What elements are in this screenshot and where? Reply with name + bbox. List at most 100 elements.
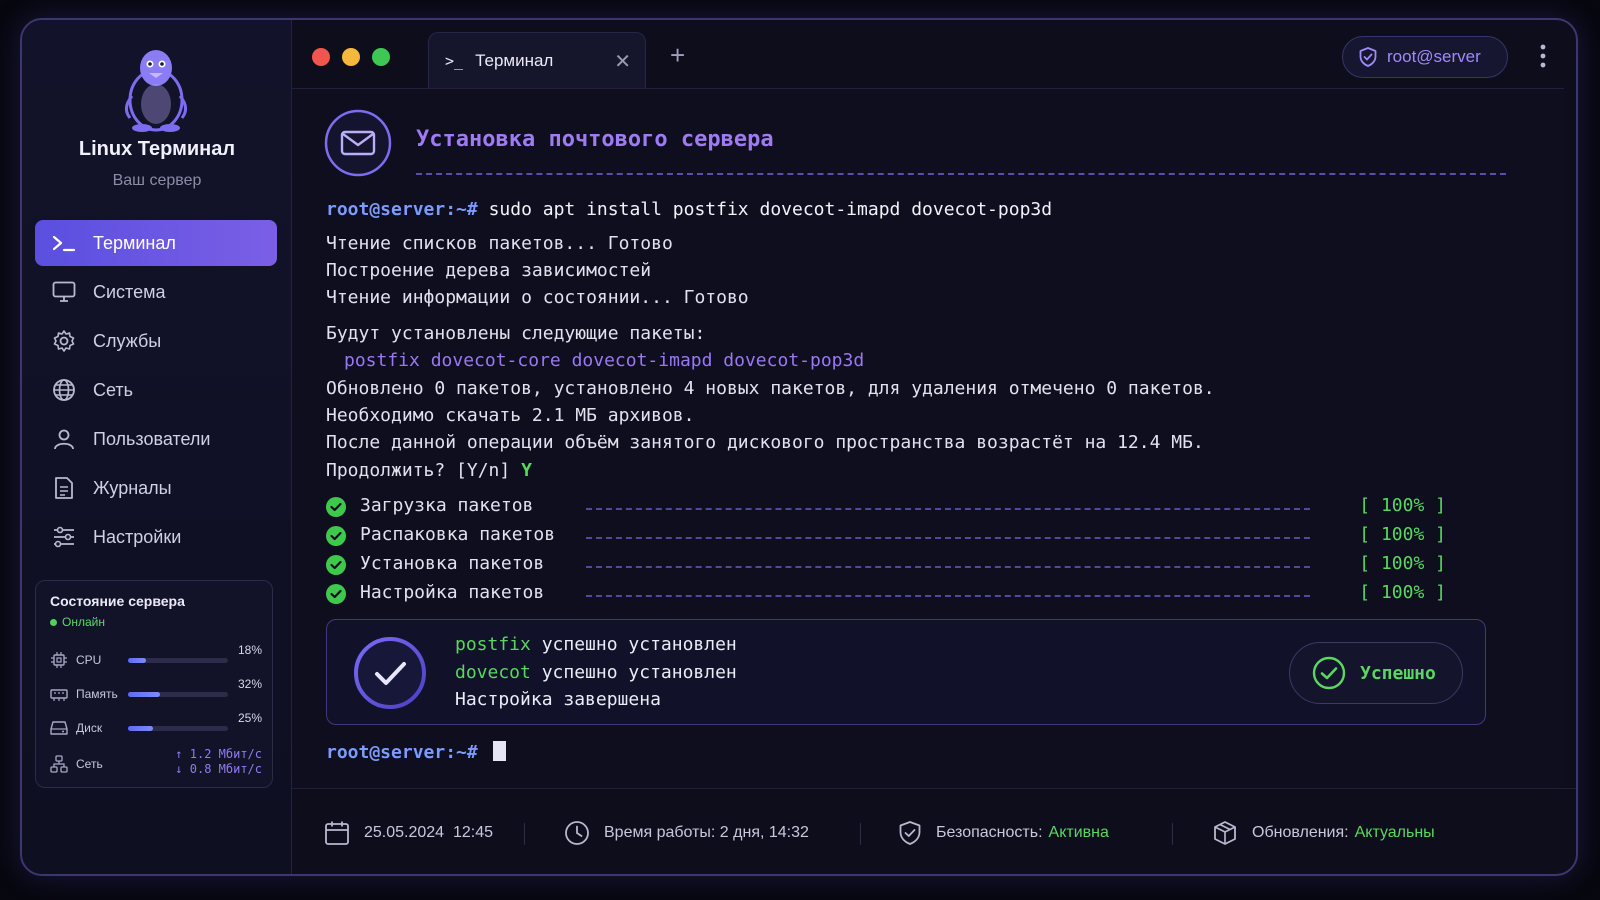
cpu-bar	[128, 658, 228, 663]
status-badge: Онлайн	[50, 615, 105, 629]
progress-dash	[586, 595, 1310, 597]
divider	[1172, 823, 1173, 845]
metric-value: 18%	[237, 643, 262, 657]
app-subtitle: Ваш сервер	[112, 172, 202, 189]
download-rate: ↓ 0.8 Мбит/с	[175, 762, 262, 776]
tab-bar: >_ Терминал ✕ + root@server	[292, 20, 1576, 88]
server-status-card: Состояние сервера Онлайн CPU 18% Память …	[35, 580, 273, 788]
sidebar-item-settings[interactable]: Настройки	[35, 514, 277, 560]
status-bar: 25.05.2024 12:45 Время работы: 2 дня, 14…	[292, 788, 1576, 874]
result-text: успешно установлен	[541, 662, 737, 683]
sidebar-item-label: Сеть	[93, 379, 134, 400]
close-tab-icon[interactable]: ✕	[614, 49, 631, 74]
sidebar-item-label: Система	[93, 281, 166, 302]
shield-icon	[1359, 47, 1377, 67]
success-label: Успешно	[1360, 662, 1436, 684]
gear-icon	[51, 328, 77, 354]
uptime: Время работы: 2 дня, 14:32	[564, 819, 809, 847]
metric-label: CPU	[76, 653, 102, 667]
confirm-answer: Y	[521, 460, 532, 481]
user-label: root@server	[1387, 47, 1481, 66]
sidebar-item-services[interactable]: Службы	[35, 318, 277, 364]
prompt: root@server:~#	[326, 742, 478, 763]
terminal-icon	[51, 230, 77, 256]
command-line: root@server:~# sudo apt install postfix …	[326, 199, 1052, 220]
app-title: Linux Терминал	[78, 138, 236, 160]
sidebar-item-label: Пользователи	[93, 428, 211, 449]
check-circle-icon	[326, 584, 346, 604]
text-cursor	[492, 741, 506, 761]
result-line: postfix успешно установлен	[455, 634, 737, 655]
result-line: dovecot успешно установлен	[455, 662, 737, 683]
sidebar-item-system[interactable]: Система	[35, 269, 277, 315]
updates-status: Обновления: Актуальны	[1212, 819, 1435, 847]
network-rates: ↑ 1.2 Мбит/с ↓ 0.8 Мбит/с	[175, 747, 262, 777]
sidebar-item-logs[interactable]: Журналы	[35, 465, 277, 511]
progress-row: Распаковка пакетов [ 100% ]	[326, 524, 1446, 550]
network-icon	[50, 755, 68, 773]
install-result-box: postfix успешно установлен dovecot успеш…	[326, 619, 1486, 725]
confirm-question: Продолжить? [Y/n]	[326, 460, 511, 481]
result-package: postfix	[455, 634, 531, 655]
sidebar-item-label: Настройки	[93, 526, 182, 547]
progress-value: [ 100% ]	[1359, 524, 1446, 545]
document-icon	[51, 475, 77, 501]
metric-network: Сеть ↑ 1.2 Мбит/с ↓ 0.8 Мбит/с	[50, 747, 262, 776]
package-list: postfix dovecot-core dovecot-imapd dovec…	[344, 350, 865, 371]
minimize-window-button[interactable]	[342, 48, 360, 66]
upload-rate: ↑ 1.2 Мбит/с	[175, 747, 262, 761]
check-circle-icon	[326, 497, 346, 517]
new-tab-button[interactable]: +	[670, 40, 685, 71]
sidebar-item-label: Терминал	[93, 232, 176, 253]
security-value: Активна	[1048, 824, 1109, 841]
prompt: root@server:~#	[326, 199, 478, 220]
success-button[interactable]: Успешно	[1289, 642, 1463, 704]
progress-value: [ 100% ]	[1359, 553, 1446, 574]
sidebar-item-terminal[interactable]: Терминал	[35, 220, 277, 266]
user-icon	[51, 426, 77, 452]
output-line: Чтение списков пакетов... Готово	[326, 233, 673, 254]
progress-dash	[586, 537, 1310, 539]
sidebar: Linux Терминал Ваш сервер Терминал Систе…	[22, 20, 292, 874]
progress-label: Загрузка пакетов	[360, 495, 534, 516]
progress-label: Распаковка пакетов	[360, 524, 556, 545]
progress-row: Загрузка пакетов [ 100% ]	[326, 495, 1446, 521]
progress-label: Настройка пакетов	[360, 582, 545, 603]
prompt-line[interactable]: root@server:~#	[326, 741, 506, 763]
time: 12:45	[452, 824, 494, 841]
metric-memory: Память 32%	[50, 677, 262, 705]
memory-bar-fill	[128, 692, 160, 697]
check-circle-icon	[354, 637, 426, 709]
terminal-title: Установка почтового сервера	[416, 127, 774, 152]
main-area: >_ Терминал ✕ + root@server Установка по…	[292, 20, 1576, 874]
tab-terminal[interactable]: >_ Терминал ✕	[428, 32, 646, 88]
output-line: После данной операции объём занятого дис…	[326, 432, 1204, 453]
maximize-window-button[interactable]	[372, 48, 390, 66]
sidebar-item-network[interactable]: Сеть	[35, 367, 277, 413]
uptime-text: Время работы: 2 дня, 14:32	[604, 824, 809, 841]
date: 25.05.2024	[364, 824, 445, 841]
tab-label: Терминал	[475, 50, 554, 70]
sidebar-item-users[interactable]: Пользователи	[35, 416, 277, 462]
security-label: Безопасность:	[936, 824, 1043, 841]
metric-label: Диск	[76, 721, 103, 735]
progress-value: [ 100% ]	[1359, 582, 1446, 603]
output-line: Чтение информации о состоянии... Готово	[326, 287, 749, 308]
output-line: Необходимо скачать 2.1 МБ архивов.	[326, 405, 695, 426]
progress-label: Установка пакетов	[360, 553, 545, 574]
user-badge[interactable]: root@server	[1342, 36, 1508, 78]
progress-dash	[586, 566, 1310, 568]
metric-label: Память	[76, 687, 118, 701]
metric-cpu: CPU 18%	[50, 643, 262, 671]
cpu-bar-fill	[128, 658, 146, 663]
app-window: Linux Терминал Ваш сервер Терминал Систе…	[20, 18, 1578, 876]
close-window-button[interactable]	[312, 48, 330, 66]
globe-icon	[51, 377, 77, 403]
metric-value: 32%	[237, 677, 262, 691]
more-options-icon[interactable]	[1540, 44, 1546, 68]
metric-label: Сеть	[76, 757, 103, 771]
disk-icon	[50, 721, 68, 735]
terminal-panel[interactable]: Установка почтового сервера root@server:…	[292, 88, 1564, 788]
shield-check-icon	[899, 821, 921, 845]
updates-label: Обновления:	[1252, 824, 1349, 841]
